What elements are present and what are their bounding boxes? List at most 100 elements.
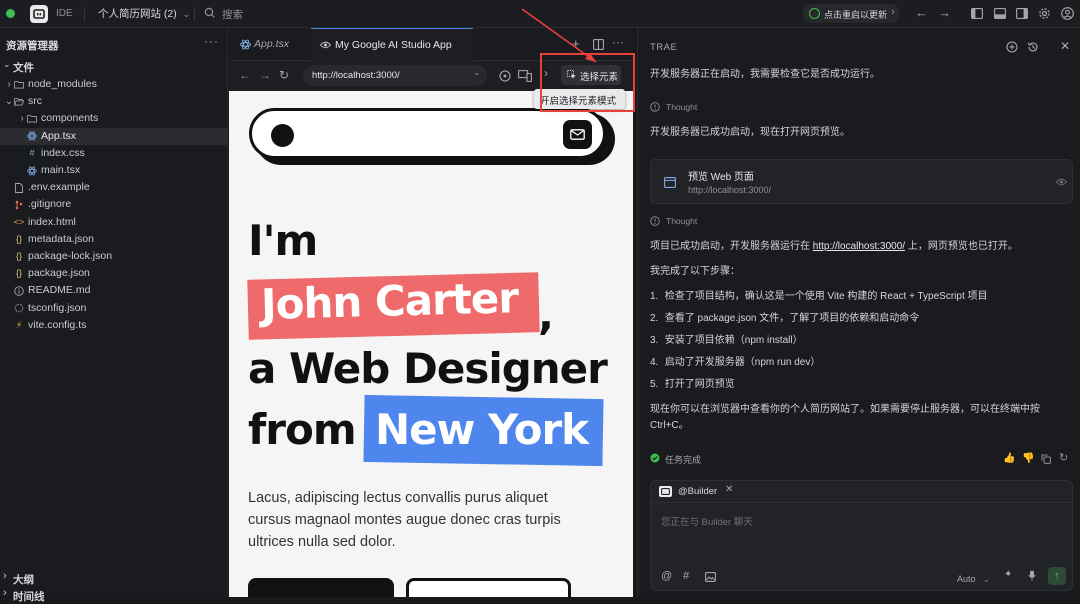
chevron-down-icon: ⌄ bbox=[182, 9, 191, 19]
mail-icon[interactable] bbox=[563, 120, 592, 149]
step-item: 1. 检查了项目结构，确认这是一个使用 Vite 构建的 React + Typ… bbox=[650, 289, 988, 304]
forward-arrow-icon[interactable]: → bbox=[259, 68, 271, 82]
thumbs-down-icon[interactable]: 👎 bbox=[1022, 453, 1034, 464]
model-mode-value: Auto bbox=[957, 574, 976, 584]
file-tree-label: .env.example bbox=[28, 181, 90, 194]
tab-app-tsx[interactable]: App.tsx bbox=[229, 28, 309, 61]
file-tree-item[interactable]: tsconfig.json bbox=[0, 300, 227, 317]
file-tree-item[interactable]: <> index.html bbox=[0, 214, 227, 231]
hash-context-icon[interactable]: # bbox=[683, 570, 689, 582]
css-icon: # bbox=[29, 147, 35, 158]
window-status-dot[interactable] bbox=[6, 9, 15, 18]
html-icon: <> bbox=[13, 216, 25, 227]
toggle-panel-icon[interactable] bbox=[994, 8, 1006, 19]
gear-icon[interactable] bbox=[1038, 7, 1051, 20]
json-icon: {} bbox=[15, 233, 22, 244]
arrow-up-icon: ↑ bbox=[1054, 570, 1060, 582]
chevron-down-icon: ⌄ bbox=[3, 59, 11, 69]
eye-icon[interactable] bbox=[1056, 178, 1067, 186]
step-text: 查看了 package.json 文件，了解了项目的依赖和启动命令 bbox=[664, 313, 920, 324]
file-tree-item[interactable]: {} package.json bbox=[0, 265, 227, 282]
editor-area: App.tsx My Google AI Studio App + ··· ← … bbox=[229, 28, 633, 597]
device-toggle-icon[interactable] bbox=[518, 70, 532, 82]
file-tree-label: package-lock.json bbox=[28, 250, 113, 262]
search-icon bbox=[204, 7, 216, 19]
back-arrow-icon[interactable]: ← bbox=[915, 5, 928, 20]
secondary-cta-button[interactable] bbox=[406, 578, 571, 597]
react-icon bbox=[240, 39, 251, 50]
retry-icon[interactable]: ↻ bbox=[1059, 451, 1068, 464]
tab-browser-preview[interactable]: My Google AI Studio App bbox=[311, 28, 473, 61]
file-tree-label: README.md bbox=[28, 284, 91, 297]
chat-input-box[interactable]: @Builder ✕ 您正在与 Builder 聊天 @ # Auto ⌄ ✦ … bbox=[650, 480, 1073, 591]
search-box[interactable]: 搜索 bbox=[204, 6, 324, 22]
hero-line-im: I'm bbox=[248, 216, 318, 265]
web-preview: I'm John Carter , a Web Designer from Ne… bbox=[229, 91, 633, 597]
restart-update-button[interactable]: 点击重启以更新 › bbox=[803, 4, 900, 23]
forward-arrow-icon[interactable]: → bbox=[938, 5, 951, 20]
sparkle-icon[interactable]: ✦ bbox=[1004, 569, 1012, 580]
file-tree-item[interactable]: {} metadata.json bbox=[0, 231, 227, 248]
model-mode-select[interactable]: Auto ⌄ bbox=[957, 569, 990, 584]
user-avatar-icon[interactable] bbox=[1061, 7, 1074, 20]
file-tree-item[interactable]: .gitignore bbox=[0, 196, 227, 213]
microphone-icon[interactable] bbox=[1028, 570, 1036, 581]
file-tree-item[interactable]: README.md bbox=[0, 282, 227, 299]
image-upload-icon[interactable] bbox=[705, 572, 716, 582]
browser-window-icon bbox=[664, 177, 676, 188]
chevron-right-icon: › bbox=[3, 587, 7, 599]
close-icon[interactable]: ✕ bbox=[1060, 39, 1070, 53]
file-tree-item[interactable]: ⌄ src bbox=[0, 93, 227, 110]
outline-section-header[interactable]: › 大纲 bbox=[0, 570, 227, 586]
step-text: 打开了网页预览 bbox=[664, 379, 735, 390]
primary-cta-button[interactable] bbox=[248, 578, 394, 597]
more-options-icon[interactable]: ··· bbox=[612, 35, 624, 49]
json-icon: {} bbox=[15, 268, 22, 279]
file-tree-item[interactable]: ⚡ vite.config.ts bbox=[0, 317, 227, 334]
hero-from: from bbox=[248, 405, 357, 454]
eye-icon bbox=[320, 41, 331, 49]
file-tree-item[interactable]: App.tsx bbox=[0, 127, 227, 145]
refresh-icon[interactable]: ↻ bbox=[279, 68, 289, 82]
preview-web-card[interactable]: 预览 Web 页面 http://localhost:3000/ bbox=[650, 159, 1073, 204]
step-item: 2. 查看了 package.json 文件，了解了项目的依赖和启动命令 bbox=[650, 311, 919, 326]
send-button[interactable]: ↑ bbox=[1048, 567, 1066, 585]
step-number: 2. bbox=[650, 313, 659, 324]
toggle-chat-icon[interactable] bbox=[1016, 8, 1028, 19]
back-arrow-icon[interactable]: ← bbox=[239, 68, 251, 82]
preview-logo-dot[interactable] bbox=[271, 124, 294, 147]
chat-message: 开发服务器已成功启动，现在打开网页预览。 bbox=[650, 127, 850, 138]
react-icon bbox=[27, 128, 37, 145]
file-tree-item[interactable]: .env.example bbox=[0, 179, 227, 196]
ai-chat-panel: TRAE ✕ 开发服务器正在启动，我需要检查它是否成功运行。 Thought 开… bbox=[637, 28, 1080, 597]
message-text: 项目已成功启动，开发服务器运行在 bbox=[650, 241, 813, 252]
compass-icon[interactable] bbox=[499, 70, 511, 82]
file-tree-item[interactable]: main.tsx bbox=[0, 162, 227, 179]
folder-open-icon bbox=[14, 93, 24, 110]
localhost-link[interactable]: http://localhost:3000/ bbox=[813, 241, 905, 252]
chat-message: 开发服务器正在启动，我需要检查它是否成功运行。 bbox=[650, 69, 880, 80]
file-tree-item[interactable]: {} package-lock.json bbox=[0, 248, 227, 265]
copy-icon[interactable] bbox=[1041, 454, 1051, 464]
url-field[interactable]: http://localhost:3000/ ⌄ bbox=[303, 65, 487, 86]
thumbs-up-icon[interactable]: 👍 bbox=[1003, 453, 1015, 464]
new-chat-icon[interactable] bbox=[1006, 41, 1018, 53]
timeline-section-header[interactable]: › 时间线 bbox=[0, 587, 227, 603]
at-mention-icon[interactable]: @ bbox=[661, 570, 672, 582]
toggle-sidebar-icon[interactable] bbox=[971, 8, 983, 19]
files-section-header[interactable]: ⌄ 文件 bbox=[0, 58, 227, 75]
json-icon: {} bbox=[15, 251, 22, 261]
more-options-icon[interactable]: ··· bbox=[204, 34, 219, 48]
file-tree-item[interactable]: › components bbox=[0, 110, 227, 127]
file-tree-label: index.css bbox=[41, 146, 85, 159]
history-icon[interactable] bbox=[1027, 41, 1039, 53]
tools-icon[interactable]: ✕ bbox=[725, 484, 733, 495]
chevron-down-icon: ⌄ bbox=[982, 575, 990, 584]
hero-comma: , bbox=[538, 290, 554, 339]
search-placeholder: 搜索 bbox=[222, 9, 243, 21]
file-tree-item[interactable]: › node_modules bbox=[0, 76, 227, 93]
project-switcher[interactable]: 个人简历网站 (2) ⌄ bbox=[98, 6, 190, 22]
file-tree-label: vite.config.ts bbox=[28, 318, 87, 331]
hero-line-designer: a Web Designer bbox=[248, 344, 608, 393]
file-tree-item[interactable]: # index.css bbox=[0, 145, 227, 162]
